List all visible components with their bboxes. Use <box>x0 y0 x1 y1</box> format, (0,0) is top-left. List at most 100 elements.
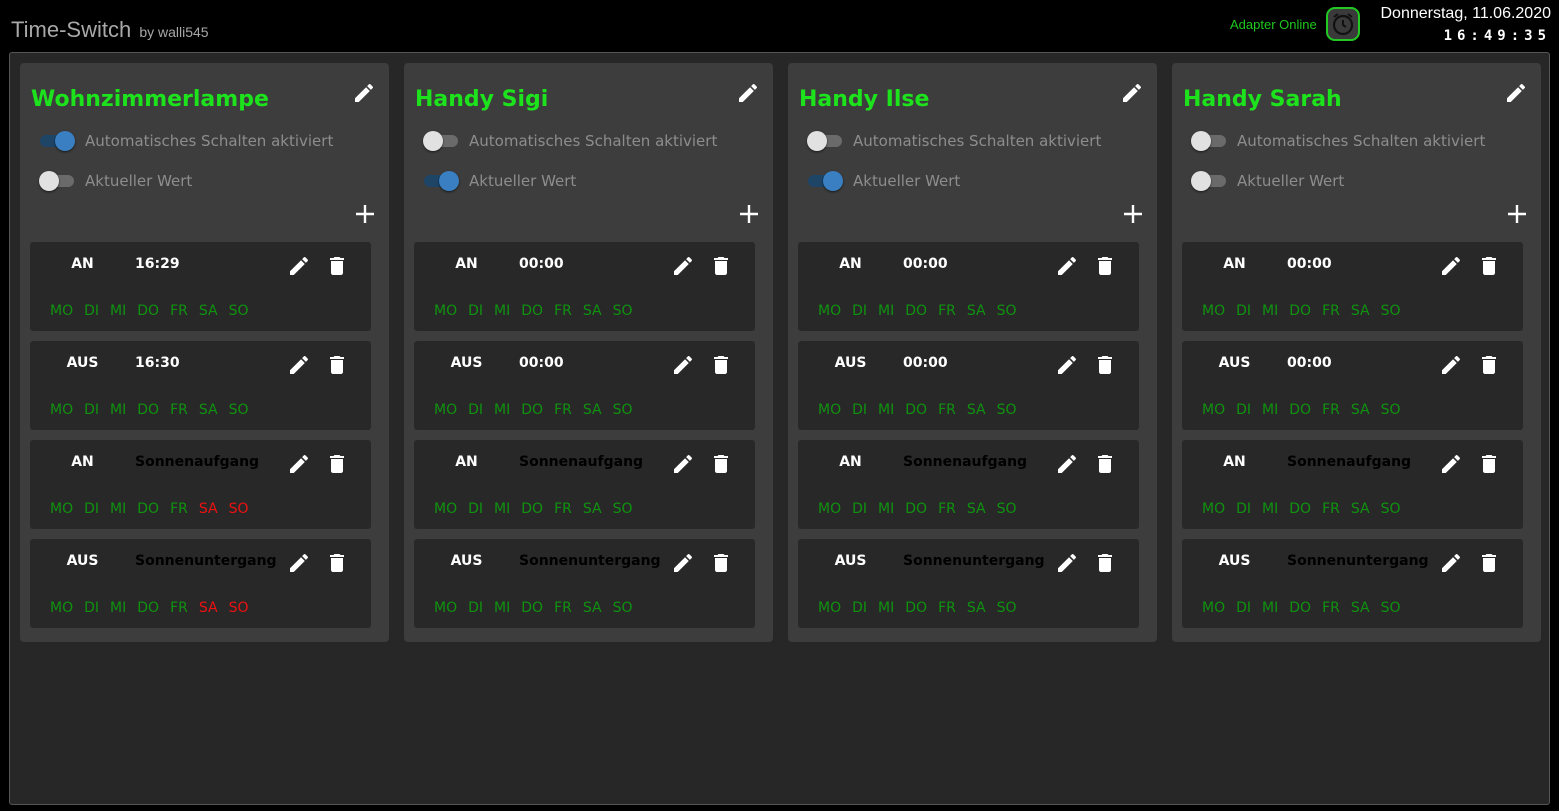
trigger-action: AUS <box>834 355 867 371</box>
weekday-so: SO <box>996 501 1017 517</box>
trigger-item: AUS Sonnenuntergang MO DI MI DO FR SA SO <box>30 539 371 628</box>
trash-icon[interactable] <box>1093 551 1117 575</box>
pencil-icon[interactable] <box>671 452 695 476</box>
weekday-do: DO <box>137 600 160 616</box>
app-title-text: Time-Switch <box>11 17 132 42</box>
trigger-time: Sonnenaufgang <box>135 454 260 470</box>
weekday-do: DO <box>905 303 928 319</box>
weekday-mi: MI <box>878 600 895 616</box>
toggle-knob <box>39 171 59 191</box>
pencil-icon[interactable] <box>1055 551 1079 575</box>
pencil-icon[interactable] <box>287 254 311 278</box>
weekday-do: DO <box>137 402 160 418</box>
current-value-toggle[interactable] <box>808 171 843 191</box>
current-value-toggle[interactable] <box>39 171 74 191</box>
weekday-mi: MI <box>110 501 127 517</box>
plus-icon[interactable] <box>1122 203 1144 225</box>
auto-switch-toggle[interactable] <box>40 131 75 151</box>
trigger-item: AUS Sonnenuntergang MO DI MI DO FR SA SO <box>798 539 1139 628</box>
weekday-mo: MO <box>818 501 842 517</box>
weekday-mi: MI <box>1262 402 1279 418</box>
trash-icon[interactable] <box>325 551 349 575</box>
auto-switch-toggle[interactable] <box>807 131 842 151</box>
trigger-time: 16:29 <box>135 256 180 272</box>
weekdays: MO DI MI DO FR SA SO <box>1202 600 1411 616</box>
trash-icon[interactable] <box>325 254 349 278</box>
weekday-mi: MI <box>494 600 511 616</box>
toggle-knob <box>1191 131 1211 151</box>
trigger-action: AN <box>455 256 478 272</box>
weekday-do: DO <box>1289 501 1312 517</box>
current-value-toggle[interactable] <box>424 171 459 191</box>
trigger-time: 16:30 <box>135 355 180 371</box>
weekday-sa: SA <box>582 303 602 319</box>
trash-icon[interactable] <box>325 452 349 476</box>
weekday-fr: FR <box>170 600 188 616</box>
pencil-icon[interactable] <box>1055 452 1079 476</box>
auto-switch-toggle[interactable] <box>423 131 458 151</box>
pencil-icon[interactable] <box>671 551 695 575</box>
trash-icon[interactable] <box>709 254 733 278</box>
pencil-icon[interactable] <box>1504 81 1528 105</box>
trash-icon[interactable] <box>1477 452 1501 476</box>
auto-switch-toggle[interactable] <box>1191 131 1226 151</box>
pencil-icon[interactable] <box>1055 353 1079 377</box>
pencil-icon[interactable] <box>671 254 695 278</box>
weekday-fr: FR <box>1322 402 1340 418</box>
current-value-toggle-row: Aktueller Wert <box>1191 171 1344 191</box>
toggle-knob <box>807 131 827 151</box>
pencil-icon[interactable] <box>1439 254 1463 278</box>
weekday-mi: MI <box>878 402 895 418</box>
trash-icon[interactable] <box>1093 353 1117 377</box>
trash-icon[interactable] <box>1477 551 1501 575</box>
current-date: Donnerstag, 11.06.2020 <box>1380 5 1552 22</box>
weekday-do: DO <box>521 501 544 517</box>
trash-icon[interactable] <box>1477 254 1501 278</box>
plus-icon[interactable] <box>738 203 760 225</box>
weekday-di: DI <box>852 402 868 418</box>
weekday-fr: FR <box>1322 600 1340 616</box>
pencil-icon[interactable] <box>287 353 311 377</box>
pencil-icon[interactable] <box>287 452 311 476</box>
trash-icon[interactable] <box>1093 452 1117 476</box>
weekday-do: DO <box>137 501 160 517</box>
weekday-di: DI <box>1236 402 1252 418</box>
pencil-icon[interactable] <box>736 81 760 105</box>
schedule-name: Handy Sigi <box>415 87 549 112</box>
weekday-do: DO <box>521 600 544 616</box>
pencil-icon[interactable] <box>1055 254 1079 278</box>
pencil-icon[interactable] <box>1439 353 1463 377</box>
weekdays: MO DI MI DO FR SA SO <box>50 501 259 517</box>
weekday-sa: SA <box>198 402 218 418</box>
trigger-item: AN 00:00 MO DI MI DO FR SA SO <box>414 242 755 331</box>
weekday-sa: SA <box>198 600 218 616</box>
pencil-icon[interactable] <box>671 353 695 377</box>
trigger-item: AN Sonnenaufgang MO DI MI DO FR SA SO <box>798 440 1139 529</box>
weekday-do: DO <box>137 303 160 319</box>
auto-switch-label: Automatisches Schalten aktiviert <box>85 132 334 150</box>
trash-icon[interactable] <box>1477 353 1501 377</box>
trash-icon[interactable] <box>709 353 733 377</box>
pencil-icon[interactable] <box>1120 81 1144 105</box>
weekday-mo: MO <box>434 501 458 517</box>
trigger-time: Sonnenaufgang <box>903 454 1028 470</box>
trash-icon[interactable] <box>709 551 733 575</box>
current-value-toggle[interactable] <box>1191 171 1226 191</box>
schedule-name: Handy Sarah <box>1183 87 1342 112</box>
trigger-item: AN Sonnenaufgang MO DI MI DO FR SA SO <box>30 440 371 529</box>
trash-icon[interactable] <box>1093 254 1117 278</box>
current-value-label: Aktueller Wert <box>853 172 961 190</box>
plus-icon[interactable] <box>354 203 376 225</box>
weekday-fr: FR <box>554 501 572 517</box>
plus-icon[interactable] <box>1506 203 1528 225</box>
weekday-mo: MO <box>50 600 74 616</box>
pencil-icon[interactable] <box>1439 452 1463 476</box>
trash-icon[interactable] <box>709 452 733 476</box>
pencil-icon[interactable] <box>287 551 311 575</box>
current-value-toggle-row: Aktueller Wert <box>808 171 960 191</box>
pencil-icon[interactable] <box>352 81 376 105</box>
weekday-di: DI <box>852 600 868 616</box>
pencil-icon[interactable] <box>1439 551 1463 575</box>
trash-icon[interactable] <box>325 353 349 377</box>
alarm-clock-icon[interactable] <box>1326 7 1360 41</box>
